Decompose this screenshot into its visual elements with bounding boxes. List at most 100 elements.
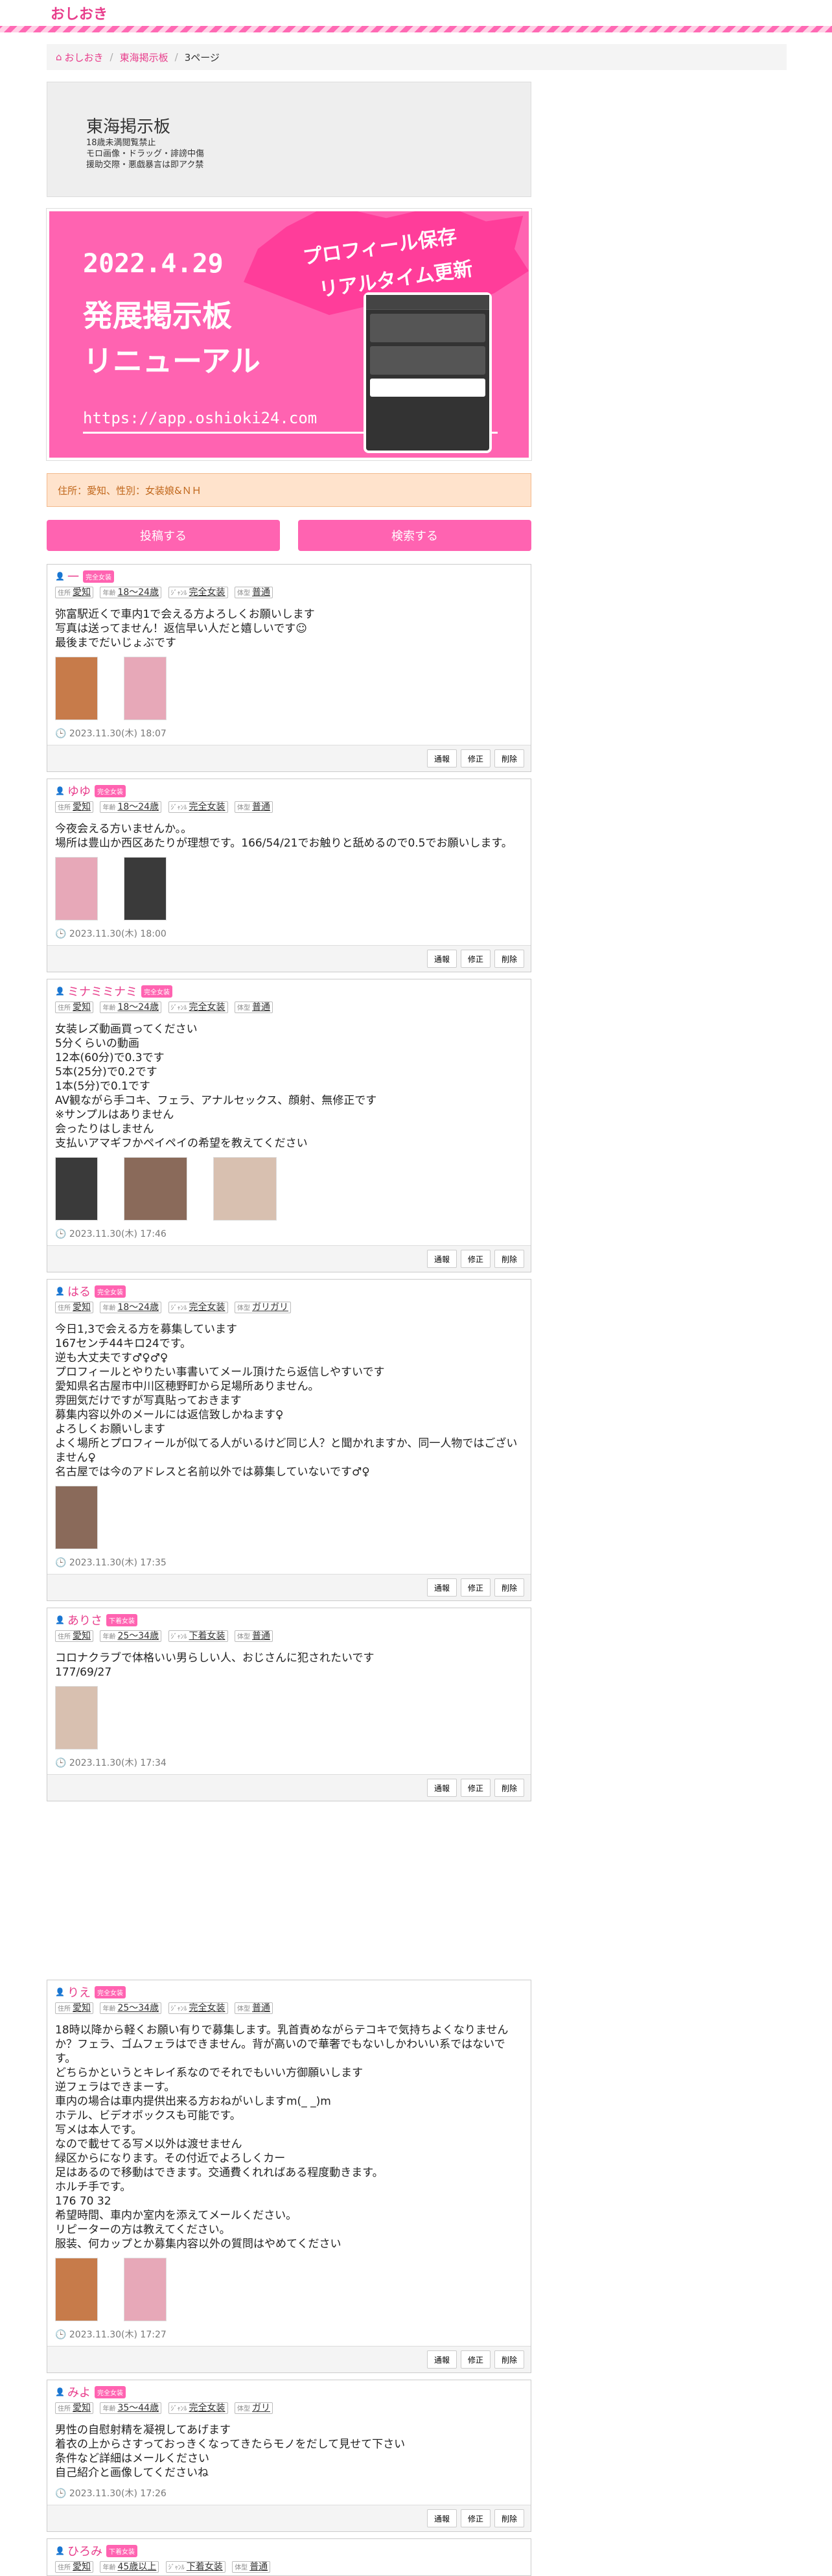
tag-body[interactable]: 体型 普通 xyxy=(232,2561,271,2573)
ad-space xyxy=(47,1808,531,1980)
breadcrumb-home[interactable]: おしおき xyxy=(65,51,104,64)
tag-body[interactable]: 体型 普通 xyxy=(235,1630,273,1642)
tag-age[interactable]: 年齢 35〜44歳 xyxy=(100,2402,162,2414)
edit-button[interactable]: 修正 xyxy=(460,1578,491,1597)
tag-age[interactable]: 年齢 18〜24歳 xyxy=(100,801,162,813)
delete-button[interactable]: 削除 xyxy=(494,749,524,767)
profile-tags: 住所 愛知 年齢 18〜24歳 ｼﾞｬﾝﾙ 完全女装 体型 普通 xyxy=(55,800,523,815)
tag-genre[interactable]: ｼﾞｬﾝﾙ 完全女装 xyxy=(168,587,228,598)
user-icon: 👤 xyxy=(55,1987,65,1996)
genre-badge: 完全女装 xyxy=(94,784,126,797)
post-footer: 通報 修正 削除 xyxy=(47,745,531,771)
delete-button[interactable]: 削除 xyxy=(494,1578,524,1597)
post-date: 🕒 2023.11.30(木) 18:07 xyxy=(55,729,167,739)
tag-address[interactable]: 住所 愛知 xyxy=(55,1302,93,1313)
tag-age[interactable]: 年齢 25〜34歳 xyxy=(100,2002,162,2014)
post-text: 女装レズ動画買ってください 5分くらいの動画 12本(60分)で0.3です 5本… xyxy=(55,1023,377,1150)
tag-genre[interactable]: ｼﾞｬﾝﾙ 完全女装 xyxy=(168,1302,228,1313)
poster-name[interactable]: ひろみ xyxy=(67,2542,102,2559)
tag-body[interactable]: 体型 普通 xyxy=(235,1001,273,1013)
tag-address[interactable]: 住所 愛知 xyxy=(55,2561,93,2573)
poster-name[interactable]: ゆゆ xyxy=(67,782,91,799)
post-photo[interactable] xyxy=(55,1157,98,1221)
home-icon: ⌂ xyxy=(56,51,62,63)
tag-address[interactable]: 住所 愛知 xyxy=(55,2402,93,2414)
post-photo[interactable] xyxy=(55,2258,98,2321)
tag-address[interactable]: 住所 愛知 xyxy=(55,1630,93,1642)
tag-age[interactable]: 年齢 25〜34歳 xyxy=(100,1630,162,1642)
post-photo[interactable] xyxy=(55,657,98,720)
renewal-banner[interactable]: プロフィール保存 リアルタイム更新 2022.4.29 発展掲示板 リニューアル… xyxy=(46,208,532,461)
post-card: 👤 ひろみ 下着女装 住所愛知 年齢45歳以上 ｼﾞｬﾝﾙ下着女装 体型普通 通… xyxy=(47,2538,531,2576)
poster-name[interactable]: ミナミミナミ xyxy=(67,983,137,1000)
poster-name[interactable]: ありさ xyxy=(67,1611,102,1628)
edit-button[interactable]: 修正 xyxy=(460,2350,491,2369)
poster-name[interactable]: りえ xyxy=(67,1984,91,2000)
post-list: 👤 一 完全女装 住所 愛知 年齢 18〜24歳 ｼﾞｬﾝﾙ 完全女装 体型 普通 弥富… xyxy=(47,564,531,2576)
action-buttons: 投稿する 検索する xyxy=(47,520,531,551)
tag-age[interactable]: 年齢 18〜24歳 xyxy=(100,1001,162,1013)
tag-address[interactable]: 住所 愛知 xyxy=(55,801,93,813)
board-title: 東海掲示板 xyxy=(86,117,171,137)
tag-genre[interactable]: ｼﾞｬﾝﾙ 完全女装 xyxy=(168,2402,228,2414)
edit-button[interactable]: 修正 xyxy=(460,950,491,968)
post-date: 🕒 2023.11.30(木) 17:46 xyxy=(55,1229,167,1239)
post-photo[interactable] xyxy=(124,2258,167,2321)
delete-button[interactable]: 削除 xyxy=(494,2350,524,2369)
delete-button[interactable]: 削除 xyxy=(494,1779,524,1797)
delete-button[interactable]: 削除 xyxy=(494,2509,524,2527)
tag-age[interactable]: 年齢 45歳以上 xyxy=(100,2561,159,2573)
phone-input xyxy=(370,379,485,397)
tag-genre[interactable]: ｼﾞｬﾝﾙ 完全女装 xyxy=(168,801,228,813)
edit-button[interactable]: 修正 xyxy=(460,1779,491,1797)
post-button[interactable]: 投稿する xyxy=(47,520,280,551)
report-button[interactable]: 通報 xyxy=(426,1578,457,1597)
post-footer: 通報 修正 削除 xyxy=(47,945,531,972)
edit-button[interactable]: 修正 xyxy=(460,1250,491,1268)
tag-body[interactable]: 体型 ガリガリ xyxy=(235,1302,291,1313)
report-button[interactable]: 通報 xyxy=(426,749,457,767)
tag-address[interactable]: 住所 愛知 xyxy=(55,2002,93,2014)
poster-name[interactable]: 一 xyxy=(67,568,79,585)
tag-body[interactable]: 体型 普通 xyxy=(235,801,273,813)
tag-genre[interactable]: ｼﾞｬﾝﾙ 完全女装 xyxy=(168,1001,228,1013)
tag-body[interactable]: 体型 ガリ xyxy=(235,2402,273,2414)
post-thumbnails xyxy=(55,1486,523,1549)
edit-button[interactable]: 修正 xyxy=(460,749,491,767)
banner-date: 2022.4.29 xyxy=(83,249,224,279)
post-photo[interactable] xyxy=(55,857,98,920)
tag-age[interactable]: 年齢 18〜24歳 xyxy=(100,587,162,598)
poster-name[interactable]: はる xyxy=(67,1283,91,1300)
tag-genre[interactable]: ｼﾞｬﾝﾙ 下着女装 xyxy=(165,2561,225,2573)
tag-address[interactable]: 住所 愛知 xyxy=(55,1001,93,1013)
delete-button[interactable]: 削除 xyxy=(494,950,524,968)
post-photo[interactable] xyxy=(55,1486,98,1549)
post-photo[interactable] xyxy=(124,857,167,920)
report-button[interactable]: 通報 xyxy=(426,1779,457,1797)
report-button[interactable]: 通報 xyxy=(426,950,457,968)
post-photo[interactable] xyxy=(213,1157,277,1221)
site-logo[interactable]: おしおき xyxy=(51,3,108,23)
post-card: 👤 ミナミミナミ 完全女装 住所 愛知 年齢 18〜24歳 ｼﾞｬﾝﾙ 完全女装 体型… xyxy=(47,979,531,1272)
board-rule: 援助交際・悪戯暴言は即アク禁 xyxy=(86,160,204,170)
post-photo[interactable] xyxy=(124,1157,187,1221)
breadcrumb-board[interactable]: 東海掲示板 xyxy=(120,51,168,64)
tag-genre[interactable]: ｼﾞｬﾝﾙ 下着女装 xyxy=(168,1630,228,1642)
tag-address[interactable]: 住所 愛知 xyxy=(55,587,93,598)
tag-body[interactable]: 体型 普通 xyxy=(235,587,273,598)
post-photo[interactable] xyxy=(55,1686,98,1750)
user-icon: 👤 xyxy=(55,2387,65,2396)
tag-body[interactable]: 体型 普通 xyxy=(235,2002,273,2014)
edit-button[interactable]: 修正 xyxy=(460,2509,491,2527)
report-button[interactable]: 通報 xyxy=(426,2509,457,2527)
search-button[interactable]: 検索する xyxy=(298,520,531,551)
delete-button[interactable]: 削除 xyxy=(494,1250,524,1268)
post-photo[interactable] xyxy=(124,657,167,720)
report-button[interactable]: 通報 xyxy=(426,2350,457,2369)
post-text: コロナクラブで体格いい男らしい人、おじさんに犯されたいです 177/69/27 xyxy=(55,1652,375,1679)
poster-name[interactable]: みよ xyxy=(67,2383,91,2400)
tag-age[interactable]: 年齢 18〜24歳 xyxy=(100,1302,162,1313)
report-button[interactable]: 通報 xyxy=(426,1250,457,1268)
tag-genre[interactable]: ｼﾞｬﾝﾙ 完全女装 xyxy=(168,2002,228,2014)
profile-tags: 住所 愛知 年齢 18〜24歳 ｼﾞｬﾝﾙ 完全女装 体型 ガリガリ xyxy=(55,1300,523,1316)
